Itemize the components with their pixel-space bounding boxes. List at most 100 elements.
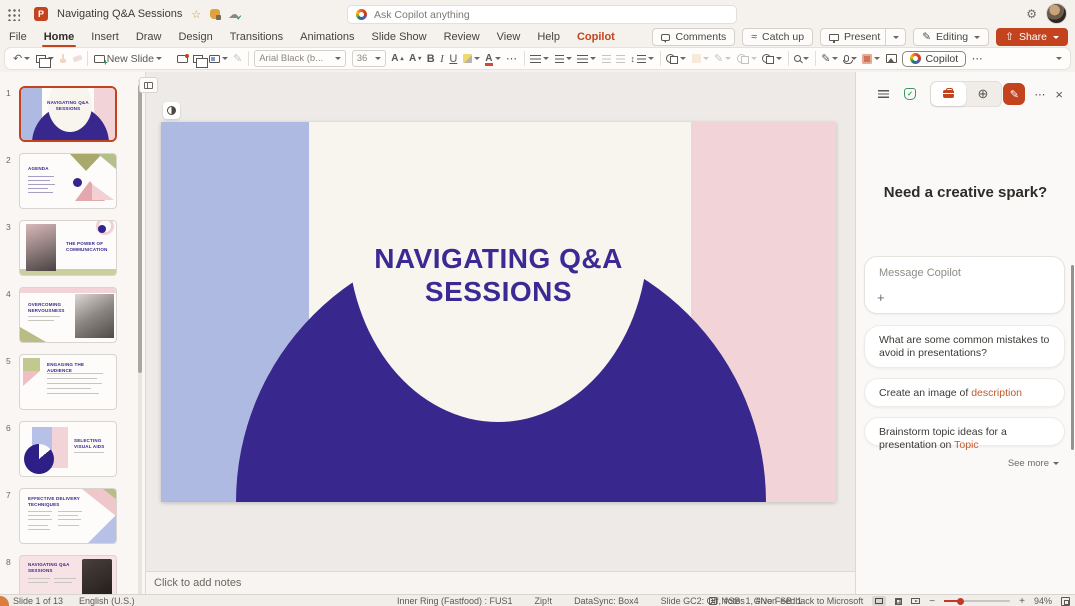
zoom-level[interactable]: 94% [1034,596,1052,606]
zoom-out-button[interactable]: − [929,596,935,606]
copilot-scrollbar[interactable] [1071,265,1074,450]
chat-history-icon[interactable] [878,90,889,98]
slide-thumbnail-4[interactable]: OVERCOMING NERVOUSNESS [19,287,117,343]
comments-button[interactable]: Comments [652,28,735,46]
tab-insert[interactable]: Insert [91,31,119,43]
zoom-slider-handle[interactable] [957,598,964,605]
notes-toggle[interactable]: Notes [709,596,745,606]
document-title[interactable]: Navigating Q&A Sessions [57,8,182,20]
slide-thumbnail-7[interactable]: EFFECTIVE DELIVERY TECHNIQUES [19,488,117,544]
collapse-thumbnails-button[interactable] [139,77,158,93]
slideshow-icon[interactable] [911,598,920,604]
attach-plus-icon[interactable]: + [877,290,885,305]
tab-review[interactable]: Review [444,31,480,43]
slide-thumbnail-8[interactable]: NAVIGATING Q&A SESSIONS [19,555,117,594]
font-color-button[interactable]: A [485,54,500,64]
normal-view-button[interactable] [872,596,886,606]
language-selector[interactable]: English (U.S.) [79,596,135,606]
tab-animations[interactable]: Animations [300,31,354,43]
ribbon-overflow-button[interactable]: ⋯ [972,52,984,65]
thumbnail-row: 7 EFFECTIVE DELIVERY TECHNIQUES [0,488,145,544]
new-slide-button[interactable]: New Slide [94,53,162,65]
numbering-button[interactable] [555,55,572,63]
align-button[interactable] [577,55,596,63]
copilot-search-box[interactable]: Ask Copilot anything [347,5,737,24]
pane-close-button[interactable]: × [1055,87,1063,102]
suggestion-pill-1[interactable]: What are some common mistakes to avoid i… [864,325,1065,368]
slide-editor[interactable]: NAVIGATING Q&A SESSIONS [161,122,836,502]
undo-button[interactable]: ↶ [13,52,30,65]
dictate-button[interactable] [844,55,857,62]
pane-more-options-button[interactable]: ⋯ [1034,88,1046,101]
user-avatar[interactable] [1046,3,1067,24]
reuse-slides-button[interactable] [168,55,188,63]
insert-picture-button[interactable] [886,54,897,63]
underline-button[interactable]: U [449,53,457,65]
highlight-color-button[interactable] [463,54,480,63]
ink-button[interactable]: ✎ [821,52,838,65]
editing-mode-button[interactable]: ✎ Editing [913,28,989,46]
tab-help[interactable]: Help [537,31,560,43]
line-spacing-button[interactable]: ↕ [631,54,655,64]
suggestion-pill-2[interactable]: Create an image of description [864,378,1065,407]
font-size-select[interactable]: 36 [352,50,386,67]
shape-outline-icon: ✎ [714,52,723,65]
tab-transitions[interactable]: Transitions [230,31,283,43]
tab-design[interactable]: Design [178,31,212,43]
grow-font-button[interactable]: A▴ [391,53,403,64]
merge-shapes-button[interactable] [762,54,782,64]
slide-number: 5 [6,354,19,410]
app-launcher-icon[interactable] [7,8,20,21]
copilot-ribbon-button[interactable]: Copilot [902,51,966,67]
numbered-list-icon [555,55,564,63]
slide-sorter-icon[interactable] [895,598,902,605]
feedback-link[interactable]: Give Feedback to Microsoft [754,596,864,606]
web-mode-button[interactable]: ⊕ [966,82,1001,106]
suggestion-pill-3[interactable]: Brainstorm topic ideas for a presentatio… [864,417,1065,446]
slide-thumbnail-1[interactable]: NAVIGATING Q&A SESSIONS [19,86,117,142]
autosave-cloud-icon[interactable]: ☁ [228,8,239,21]
shrink-font-button[interactable]: A▾ [409,53,421,64]
copilot-message-input[interactable]: Message Copilot + [864,256,1065,314]
slide-thumbnail-6[interactable]: SELECTING VISUAL AIDS [19,421,117,477]
find-button[interactable] [794,55,809,62]
zoom-in-button[interactable]: + [1019,596,1025,606]
bullets-button[interactable] [530,55,549,63]
present-button[interactable]: Present [820,28,906,46]
paste-button[interactable] [36,55,54,63]
font-name-select[interactable]: Arial Black (b... [254,50,346,67]
sensitivity-button[interactable] [862,54,880,64]
thumbnails-scrollbar[interactable] [138,80,142,594]
sensitivity-label-icon[interactable] [210,9,220,19]
tab-home[interactable]: Home [44,31,75,43]
zoom-slider[interactable] [944,600,1010,602]
tab-file[interactable]: File [9,31,27,43]
present-dropdown[interactable] [885,29,905,45]
designer-suggestion-button[interactable] [163,102,180,119]
share-button[interactable]: ⇧ Share [996,28,1068,46]
see-more-link[interactable]: See more [1008,458,1059,469]
bold-button[interactable]: B [427,53,435,65]
slide-thumbnail-3[interactable]: THE POWER OF COMMUNICATION [19,220,117,276]
more-font-options-button[interactable]: ⋯ [506,52,518,65]
settings-gear-icon[interactable]: ⚙ [1026,7,1037,21]
slide-title[interactable]: NAVIGATING Q&A SESSIONS [301,242,696,308]
favorite-star-icon[interactable]: ☆ [191,8,201,21]
slide-thumbnail-5[interactable]: ENGAGING THE AUDIENCE [19,354,117,410]
collapse-ribbon-button[interactable] [1056,57,1062,60]
notes-pane[interactable]: Click to add notes [146,571,856,594]
shapes-button[interactable] [666,54,686,64]
tab-draw[interactable]: Draw [136,31,162,43]
tab-slide-show[interactable]: Slide Show [372,31,427,43]
work-mode-button[interactable] [931,82,966,106]
tab-copilot[interactable]: Copilot [577,31,615,43]
duplicate-slide-button[interactable] [193,55,203,63]
catch-up-button[interactable]: ≈ Catch up [742,28,813,46]
new-chat-button[interactable]: ✎ [1003,83,1025,105]
tab-view[interactable]: View [497,31,521,43]
fit-to-window-icon[interactable] [1061,597,1070,606]
slide-counter[interactable]: Slide 1 of 13 [13,596,63,606]
slide-thumbnail-2[interactable]: AGENDA [19,153,117,209]
layout-button[interactable] [209,55,228,63]
italic-button[interactable]: I [440,53,444,65]
